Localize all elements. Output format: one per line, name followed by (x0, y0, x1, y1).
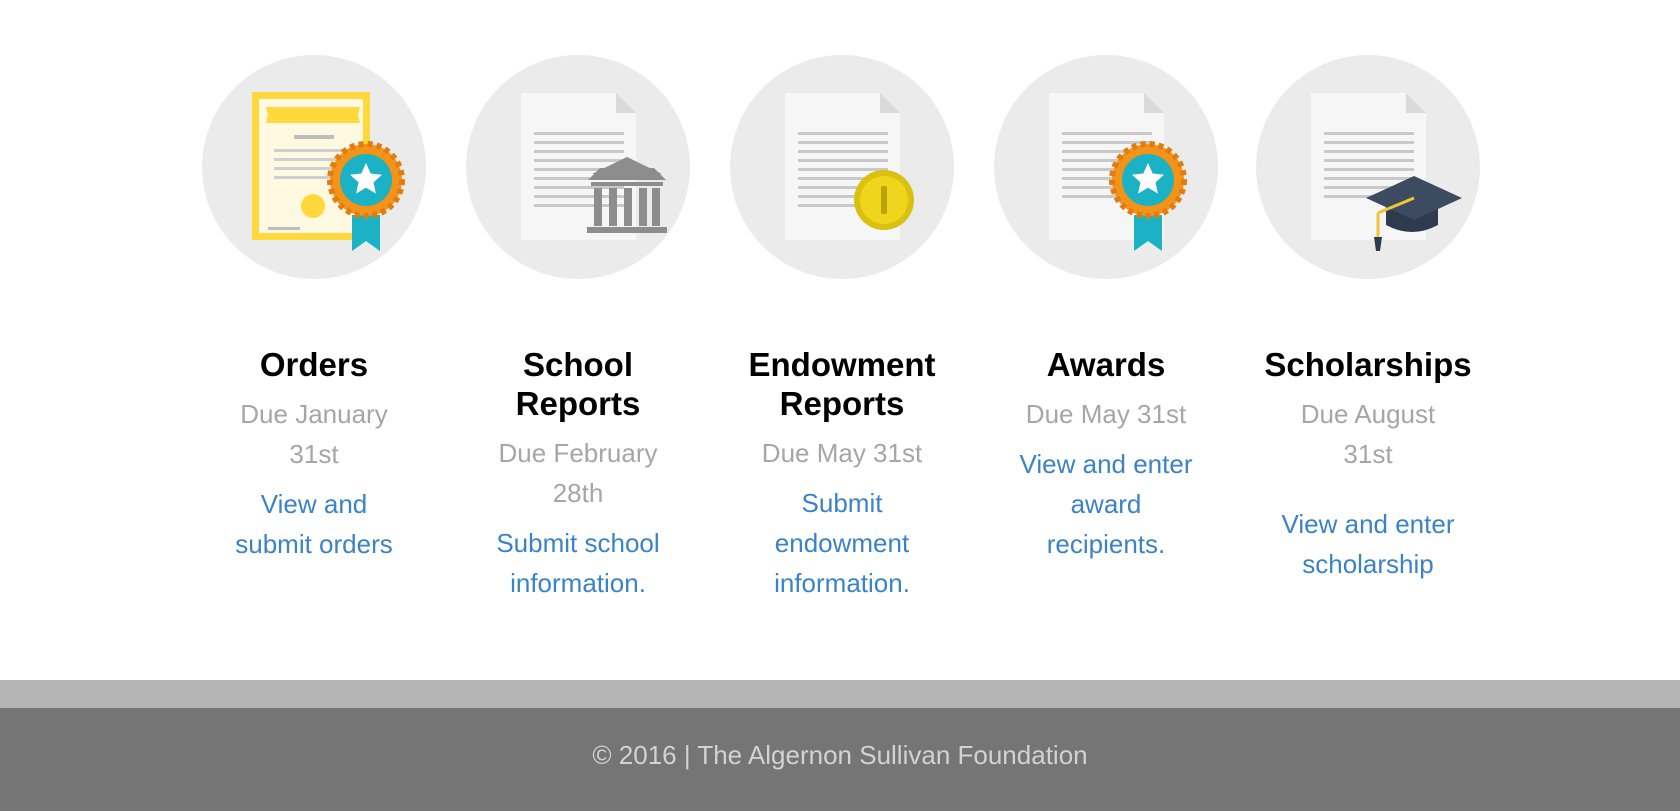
view-enter-award-recipients-link[interactable]: View and enter award recipients. (986, 444, 1226, 564)
card-school-reports: School Reports Due February 28th Submit … (458, 55, 698, 603)
due-date: Due May 31st (1025, 399, 1187, 429)
view-submit-orders-link[interactable]: View and submit orders (194, 484, 434, 564)
card-endowment-reports: Endowment Reports Due May 31st Submit en… (722, 55, 962, 603)
card-orders: Orders Due January 31st View and submit … (194, 55, 434, 564)
copyright-text: © 2016 | The Algernon Sullivan Foundatio… (592, 740, 1088, 770)
due-date: Due May 31st (761, 438, 923, 468)
card-title: Orders (259, 346, 369, 383)
due-date: Due February 28th (498, 438, 658, 508)
footer-divider (0, 680, 1680, 708)
award-ribbon-icon[interactable] (994, 55, 1218, 279)
card-title: Awards (1046, 346, 1166, 383)
card-awards: Awards Due May 31st View and enter award… (986, 55, 1226, 564)
endowment-report-icon[interactable] (730, 55, 954, 279)
card-title: Endowment Reports (748, 346, 936, 422)
due-date: Due August 31st (1300, 399, 1436, 469)
certificate-icon[interactable] (202, 55, 426, 279)
footer: © 2016 | The Algernon Sullivan Foundatio… (0, 708, 1680, 811)
school-report-icon[interactable] (466, 55, 690, 279)
submit-school-info-link[interactable]: Submit school information. (458, 523, 698, 603)
submit-endowment-info-link[interactable]: Submit endowment information. (722, 483, 962, 603)
card-scholarships: Scholarships Due August 31st View and en… (1248, 55, 1488, 584)
card-title: School Reports (515, 346, 641, 422)
graduation-cap-icon[interactable] (1256, 55, 1480, 279)
card-title: Scholarships (1264, 346, 1472, 383)
due-date: Due January 31st (240, 399, 388, 469)
view-enter-scholarship-link[interactable]: View and enter scholarship (1248, 504, 1488, 584)
forms-section: Orders Due January 31st View and submit … (0, 0, 1680, 680)
